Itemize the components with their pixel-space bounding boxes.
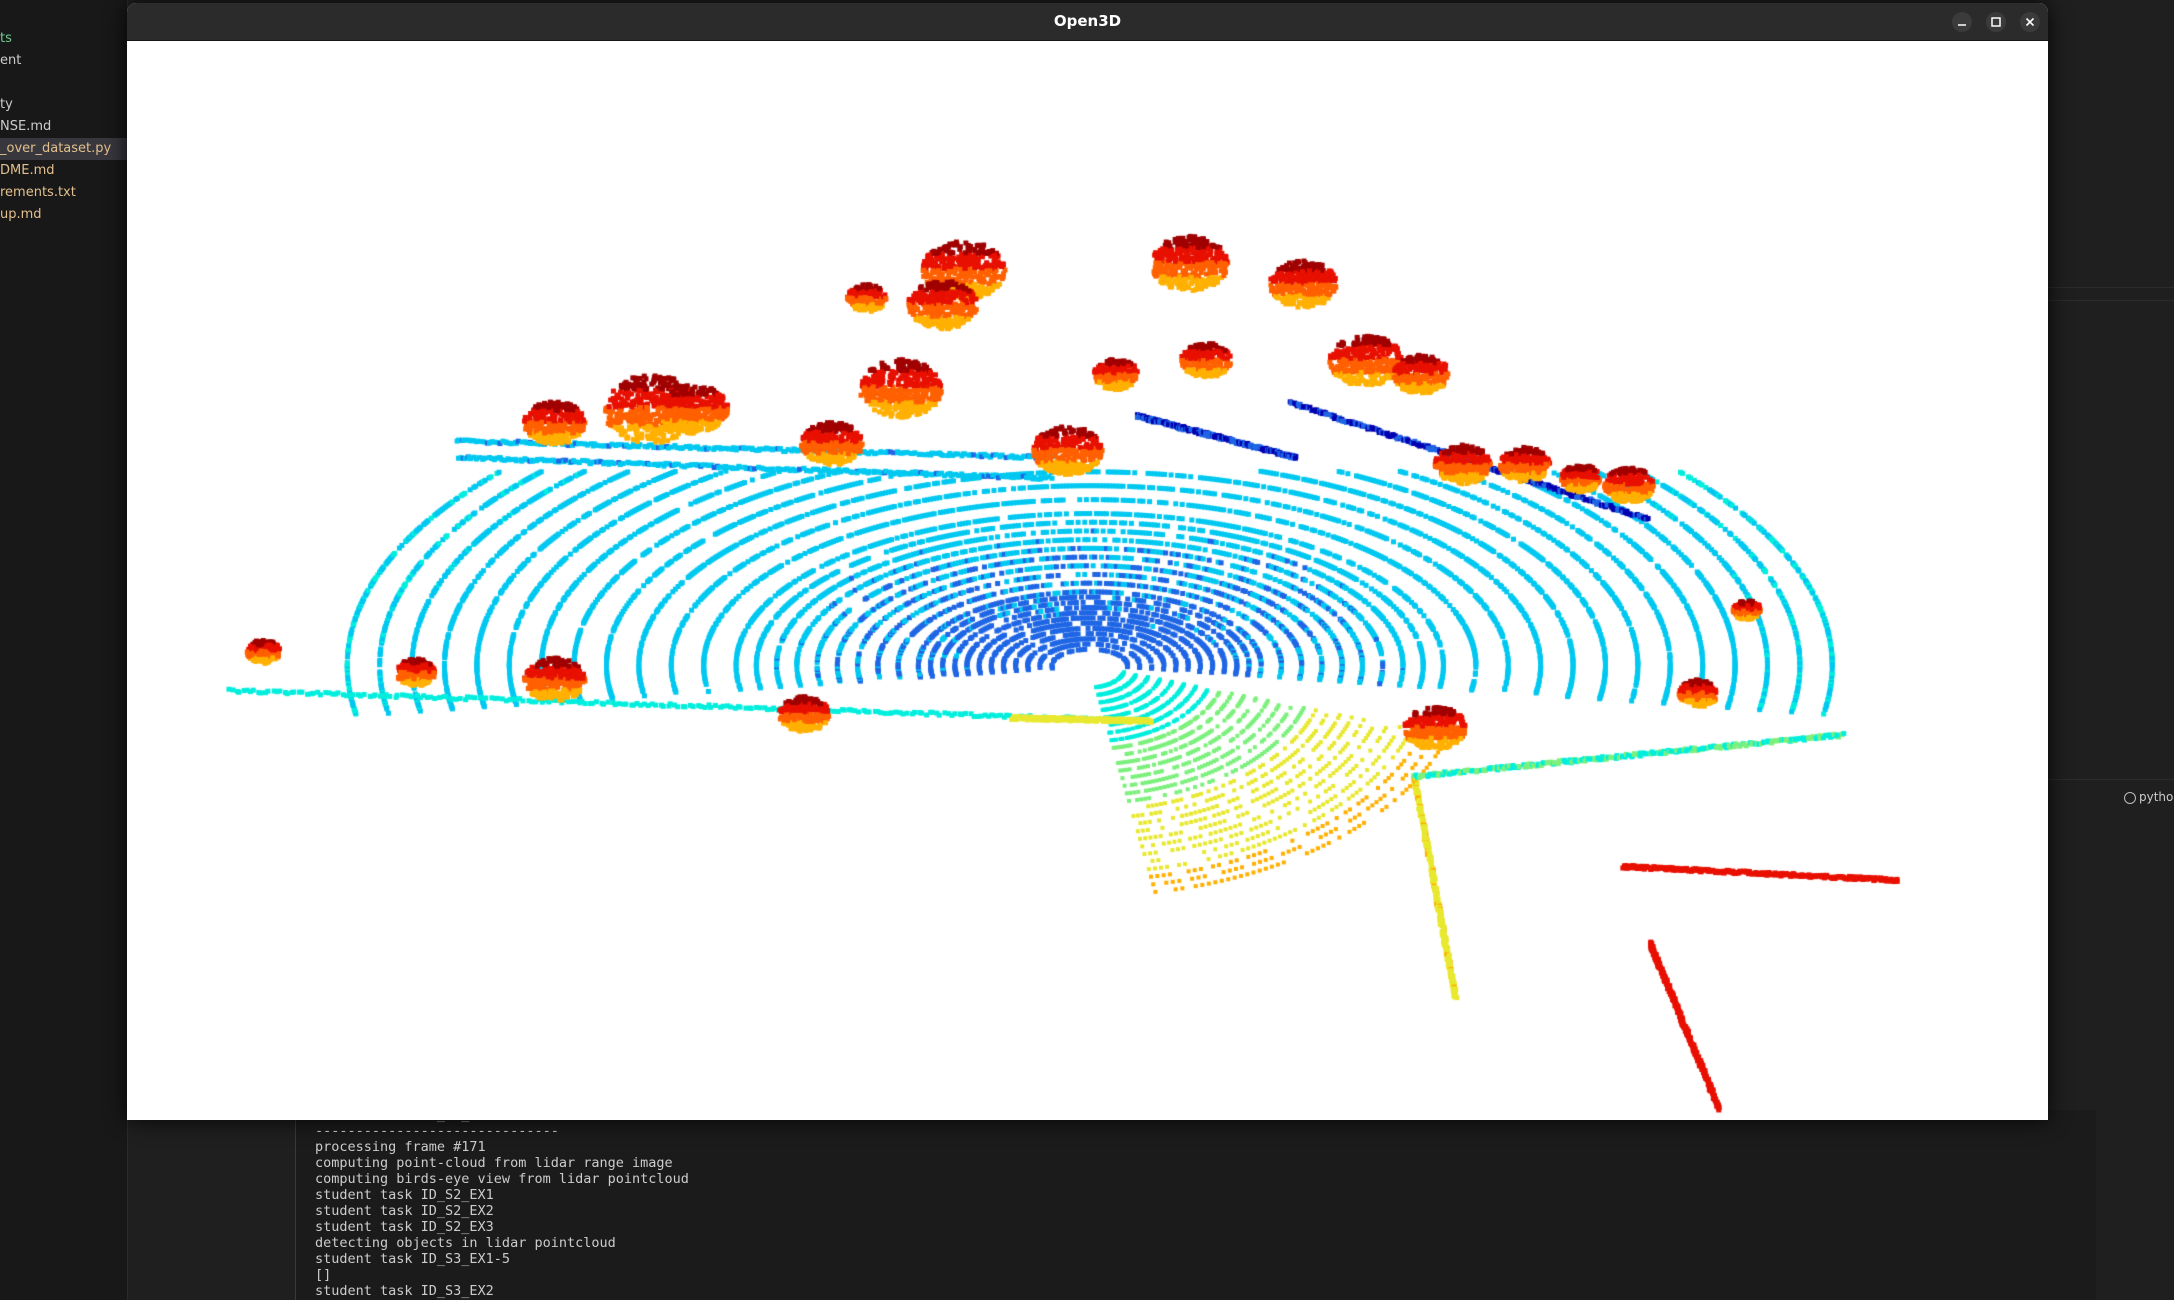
terminal-line: processing frame #171 [315,1139,486,1155]
terminal-line: ------------------------------ [315,1123,559,1139]
terminal-line: detecting objects in lidar pointcloud [315,1235,616,1251]
terminal-line: student task ID_S3_EX2 [315,1283,494,1299]
pointcloud-viewport[interactable] [127,41,2048,1120]
maximize-button[interactable] [1986,12,2006,32]
explorer-file-item[interactable]: up.md [0,204,127,226]
terminal-line: student task ID_S2_EX2 [315,1203,494,1219]
terminal-line: computing point-cloud from lidar range i… [315,1155,673,1171]
lidar-pointcloud[interactable] [127,41,2048,1120]
terminal-line: [] [315,1267,332,1283]
explorer-file-item[interactable]: DME.md [0,160,127,182]
explorer-file-item[interactable]: NSE.md [0,116,127,138]
window-titlebar[interactable]: Open3D [127,3,2048,41]
minimize-button[interactable] [1952,12,1972,32]
terminal-panel[interactable]: student task ID_S1_EX2------------------… [295,1107,2096,1300]
window-title: Open3D [1053,12,1122,30]
terminal-tab-python[interactable]: pytho [2124,790,2174,810]
explorer-file-item[interactable]: ts [0,28,127,50]
editor-divider [2047,287,2174,288]
panel-divider [2047,779,2174,780]
explorer-file-item[interactable]: ent [0,50,127,72]
close-icon [2025,17,2035,27]
open3d-window[interactable]: Open3D [127,3,2048,1120]
explorer-sidebar: ts ent ty NSE.md _over_dataset.py DME.md remen… [0,0,128,1300]
explorer-file-item[interactable]: rements.txt [0,182,127,204]
editor-divider [2047,300,2174,301]
terminal-line: student task ID_S2_EX3 [315,1219,494,1235]
close-button[interactable] [2020,12,2040,32]
terminal-line: computing birds-eye view from lidar poin… [315,1171,689,1187]
terminal-tab-label: pytho [2139,790,2174,804]
explorer-file-item[interactable]: _over_dataset.py [0,138,127,160]
terminal-line: student task ID_S2_EX1 [315,1187,494,1203]
explorer-file-item[interactable]: ty [0,94,127,116]
minimize-icon [1958,24,1966,26]
terminal-line: student task ID_S3_EX1-5 [315,1251,511,1267]
maximize-icon [1991,17,2001,27]
python-icon [2124,791,2136,804]
